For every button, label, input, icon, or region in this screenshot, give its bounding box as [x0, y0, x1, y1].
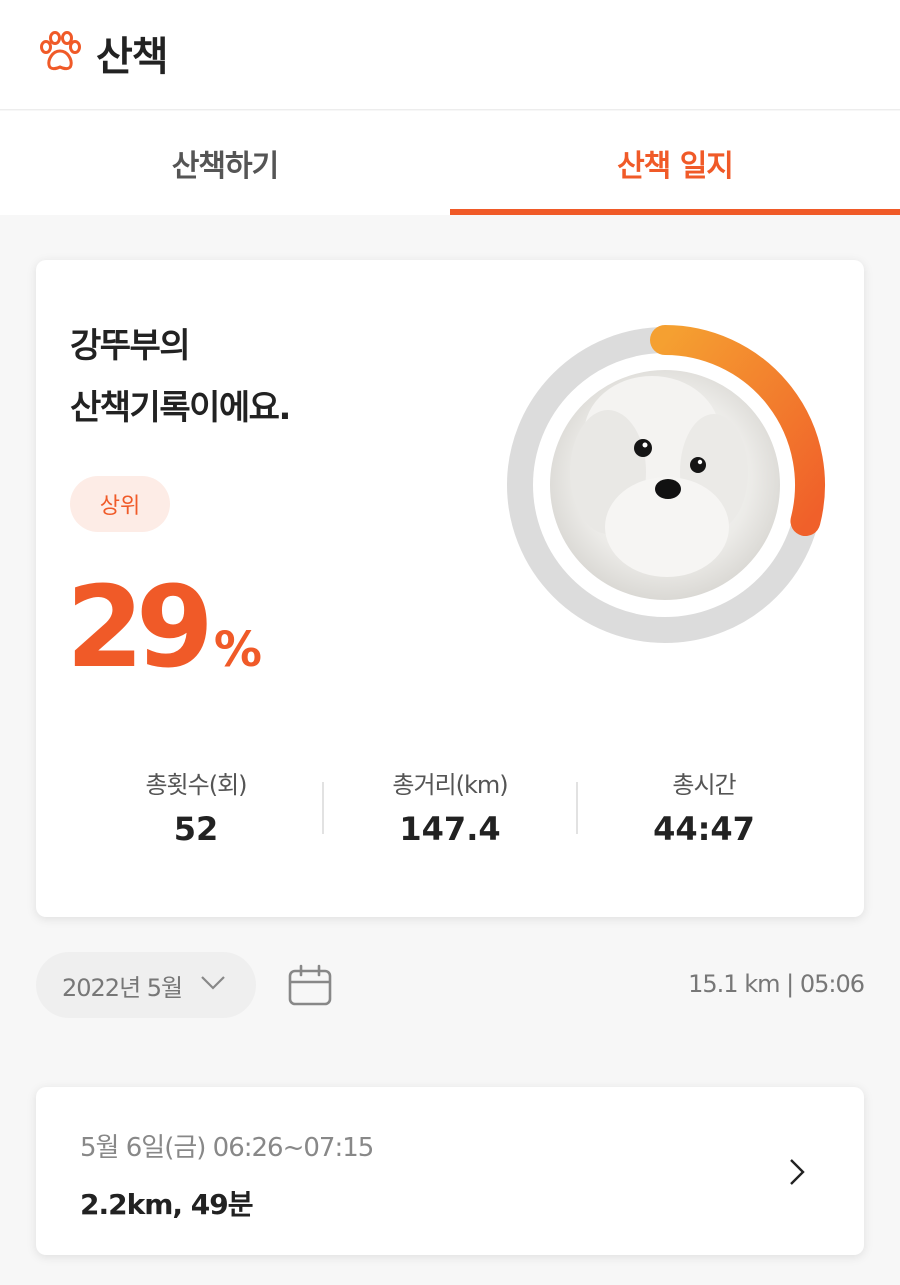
dog-photo: [549, 369, 781, 601]
summary-headline: 강뚜부의 산책기록이에요.: [70, 315, 291, 439]
month-select[interactable]: 2022년 5월: [36, 952, 256, 1018]
page-title: 산책: [96, 34, 169, 80]
chevron-down-icon: [201, 976, 225, 990]
calendar-icon[interactable]: [288, 964, 332, 1006]
stat-total-distance: 총거리(km) 147.4: [312, 765, 588, 848]
stat-label: 총거리(km): [392, 771, 508, 799]
stat-label: 총횟수(회): [145, 771, 247, 799]
tab-walk[interactable]: 산책하기: [0, 111, 450, 215]
stat-value: 44:47: [653, 810, 755, 848]
month-select-value: 2022년 5월: [62, 973, 183, 1002]
month-summary: 15.1 km | 05:06: [688, 970, 865, 998]
rank-percent-unit: %: [213, 622, 262, 678]
record-distance: 2.2km, 49분: [80, 1188, 254, 1221]
paw-icon: [40, 31, 81, 71]
stat-value: 52: [173, 810, 219, 848]
stat-total-count: 총횟수(회) 52: [58, 765, 334, 848]
rank-percent: 29%: [66, 572, 262, 684]
active-tab-indicator: [450, 209, 900, 215]
headline-line-2: 산책기록이에요.: [70, 388, 291, 428]
rank-badge: 상위: [70, 476, 170, 532]
walk-record-item[interactable]: 5월 6일(금) 06:26~07:15 2.2km, 49분: [36, 1087, 864, 1255]
headline-line-1: 강뚜부의: [70, 326, 191, 366]
filter-row: 2022년 5월 15.1 km | 05:06: [36, 952, 865, 1018]
stats-row: 총횟수(회) 52 총거리(km) 147.4 총시간 44:47: [36, 765, 864, 855]
tab-walk-log[interactable]: 산책 일지: [450, 111, 900, 215]
stat-divider: [322, 782, 324, 834]
chevron-right-icon: [790, 1159, 805, 1185]
progress-ring: [507, 325, 825, 643]
app-header: 산책: [0, 0, 900, 110]
rank-percent-value: 29: [66, 563, 214, 693]
stat-value: 147.4: [399, 810, 501, 848]
stat-label: 총시간: [672, 771, 736, 799]
stat-total-time: 총시간 44:47: [566, 765, 842, 848]
walk-summary-card: 강뚜부의 산책기록이에요. 상위 29% 총횟수(회) 52 총거리(km) 1…: [36, 260, 864, 917]
tab-bar: 산책하기 산책 일지: [0, 111, 900, 215]
record-date: 5월 6일(금) 06:26~07:15: [80, 1133, 374, 1163]
stat-divider: [576, 782, 578, 834]
